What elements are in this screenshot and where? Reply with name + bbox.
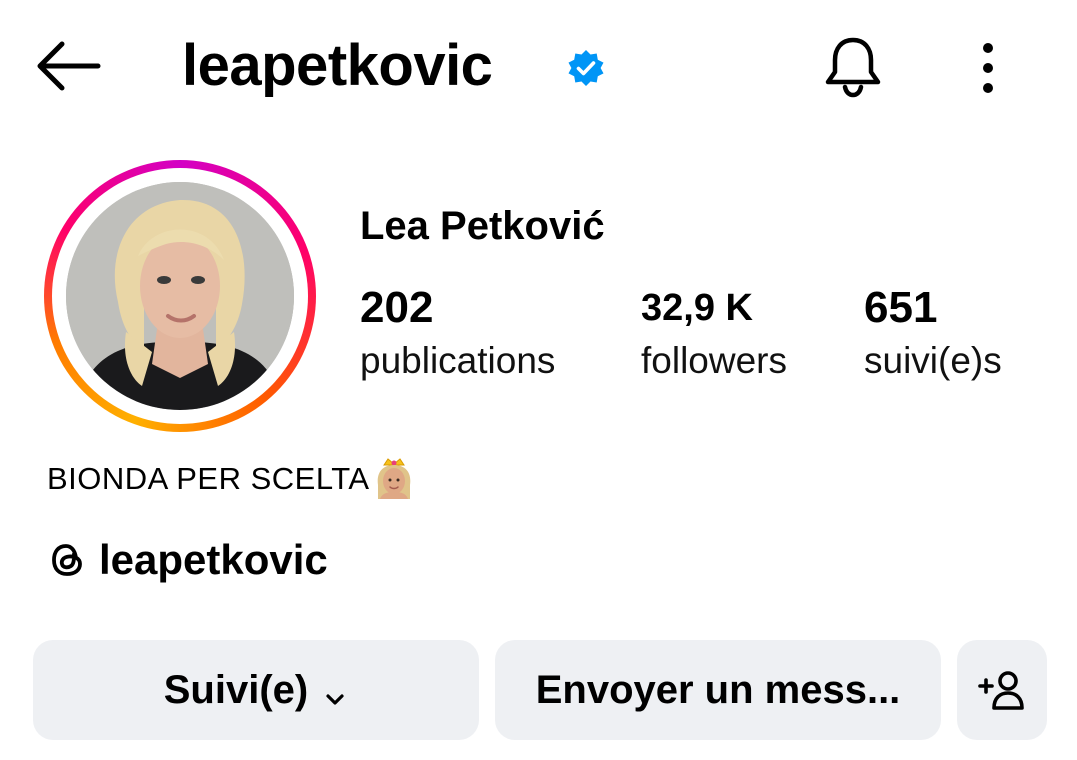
avatar[interactable] bbox=[66, 182, 294, 410]
send-message-button-label: Envoyer un mess... bbox=[535, 667, 901, 712]
following-button-label: Suivi(e) bbox=[163, 667, 309, 712]
profile-full-name: Lea Petković bbox=[360, 204, 605, 248]
posts-count: 202 bbox=[360, 283, 434, 332]
suggested-people-button[interactable] bbox=[957, 640, 1047, 740]
followers-count: 32,9 K bbox=[641, 287, 753, 329]
chevron-down-icon bbox=[322, 677, 348, 705]
verified-badge-icon bbox=[566, 48, 606, 88]
followers-label: followers bbox=[641, 340, 787, 381]
more-options-icon[interactable] bbox=[968, 40, 1008, 96]
bio-text: BIONDA PER SCELTA bbox=[47, 461, 370, 496]
following-button[interactable]: Suivi(e) bbox=[33, 640, 479, 740]
bio: BIONDA PER SCELTA bbox=[47, 455, 416, 503]
bell-icon[interactable] bbox=[820, 34, 886, 100]
following-stat[interactable]: 651 suivi(e)s bbox=[864, 280, 1002, 386]
threads-handle: leapetkovic bbox=[99, 536, 328, 583]
posts-stat[interactable]: 202 publications bbox=[360, 280, 555, 386]
threads-icon bbox=[47, 540, 87, 580]
back-arrow-icon[interactable] bbox=[34, 40, 104, 92]
story-ring[interactable] bbox=[44, 160, 316, 432]
following-label: suivi(e)s bbox=[864, 340, 1002, 381]
add-person-icon bbox=[978, 671, 1024, 710]
posts-label: publications bbox=[360, 340, 556, 381]
send-message-button[interactable]: Envoyer un mess... bbox=[495, 640, 941, 740]
top-bar: leapetkovic bbox=[0, 0, 1077, 135]
threads-link[interactable]: leapetkovic bbox=[47, 532, 328, 588]
followers-stat[interactable]: 32,9 K followers bbox=[641, 280, 787, 386]
following-count: 651 bbox=[864, 283, 938, 332]
princess-emoji-icon bbox=[372, 455, 416, 503]
profile-username: leapetkovic bbox=[182, 33, 493, 98]
